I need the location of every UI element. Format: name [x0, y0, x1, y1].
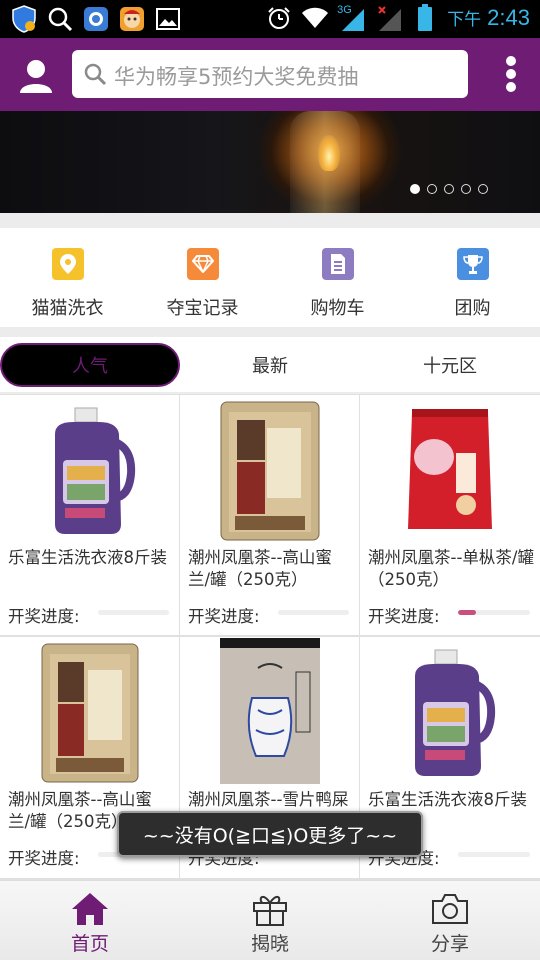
nav-home[interactable]: 首页: [0, 881, 180, 960]
tab-newest[interactable]: 最新: [180, 343, 360, 387]
clock: 下午 2:43: [447, 5, 530, 31]
search-input[interactable]: 华为畅享5预约大奖免费抽: [114, 61, 358, 91]
carousel-indicator: [410, 184, 488, 194]
status-bar: 3G 下午 2:43: [0, 0, 540, 38]
carousel-dot[interactable]: [478, 184, 488, 194]
banner-carousel[interactable]: [0, 111, 540, 213]
product-image: [0, 395, 179, 545]
toast-message: ~~没有O(≧口≦)O更多了~~: [117, 811, 423, 857]
product-image: [360, 395, 540, 545]
product-name: 潮州凤凰茶--单枞茶/罐（250克）: [368, 548, 534, 589]
tab-popular[interactable]: 人气: [0, 343, 180, 387]
signal-3g-icon: 3G: [337, 4, 367, 32]
home-icon: [70, 891, 110, 927]
gallery-icon: [154, 5, 182, 33]
product-card[interactable]: 潮州凤凰茶--高山蜜兰/罐（250克） 开奖进度:: [180, 395, 359, 635]
bottom-nav: 首页 揭晓 分享: [0, 880, 540, 960]
search-icon: [82, 61, 108, 87]
category-tabs: 人气 最新 十元区: [0, 337, 540, 392]
progress-bar: [458, 852, 530, 857]
product-image: [360, 637, 540, 787]
quick-item-records[interactable]: 夺宝记录: [135, 228, 270, 327]
progress-label: 开奖进度:: [8, 849, 80, 868]
game-icon: [118, 5, 146, 33]
search-bar[interactable]: 华为畅享5预约大奖免费抽: [72, 50, 468, 98]
quick-item-label: 猫猫洗衣: [31, 298, 104, 319]
quick-item-label: 夺宝记录: [166, 298, 239, 319]
nav-share[interactable]: 分享: [360, 881, 540, 960]
quick-item-label: 团购: [454, 298, 491, 319]
product-name: 乐富生活洗衣液8斤装: [8, 548, 167, 567]
signal-no-sim-icon: [375, 4, 403, 32]
nav-label: 分享: [430, 933, 469, 955]
carousel-dot[interactable]: [461, 184, 471, 194]
quick-item-laundry[interactable]: 猫猫洗衣: [0, 228, 135, 327]
document-icon: [321, 248, 354, 280]
product-name: 乐富生活洗衣液8斤装: [368, 790, 527, 809]
progress-bar: [98, 610, 169, 615]
camera-icon: [430, 891, 470, 927]
product-card[interactable]: 乐富生活洗衣液8斤装 开奖进度:: [0, 395, 179, 635]
product-image: [180, 395, 359, 545]
carousel-dot[interactable]: [444, 184, 454, 194]
product-name: 潮州凤凰茶--高山蜜兰/罐（250克）: [188, 548, 332, 589]
search-icon: [46, 5, 74, 33]
nav-reveal[interactable]: 揭晓: [180, 881, 360, 960]
progress-label: 开奖进度:: [8, 607, 80, 626]
carousel-dot[interactable]: [427, 184, 437, 194]
wifi-icon: [301, 4, 329, 32]
product-image: [180, 637, 359, 787]
battery-icon: [411, 4, 439, 32]
user-icon[interactable]: [16, 55, 56, 95]
gift-icon: [250, 891, 290, 927]
quick-item-cart[interactable]: 购物车: [270, 228, 405, 327]
more-vertical-icon[interactable]: [504, 56, 518, 92]
tab-ten-yuan[interactable]: 十元区: [360, 343, 540, 387]
progress-fill: [458, 610, 476, 615]
quick-menu: 猫猫洗衣 夺宝记录 购物车 团购: [0, 228, 540, 327]
progress-label: 开奖进度:: [188, 607, 260, 626]
quick-item-label: 购物车: [310, 298, 365, 319]
trophy-icon: [456, 248, 489, 280]
carousel-dot[interactable]: [410, 184, 420, 194]
progress-label: 开奖进度:: [368, 607, 440, 626]
product-card[interactable]: 潮州凤凰茶--单枞茶/罐（250克） 开奖进度:: [360, 395, 540, 635]
banner-light: [318, 135, 340, 171]
location-pin-icon: [51, 248, 84, 280]
shield-icon: [10, 5, 38, 33]
quick-item-group-buy[interactable]: 团购: [405, 228, 540, 327]
app-header: 华为畅享5预约大奖免费抽: [0, 38, 540, 111]
time-label: 2:43: [487, 5, 530, 30]
product-image: [0, 637, 179, 787]
app-icon: [82, 5, 110, 33]
diamond-icon: [186, 248, 219, 280]
alarm-icon: [265, 4, 293, 32]
product-grid: 乐富生活洗衣液8斤装 开奖进度: 潮州凤凰茶--高山蜜兰/罐（250克） 开奖进…: [0, 394, 540, 880]
ampm-label: 下午: [447, 10, 482, 29]
nav-label: 首页: [70, 933, 109, 955]
progress-bar: [278, 610, 349, 615]
nav-label: 揭晓: [250, 933, 289, 955]
progress-bar: [458, 610, 530, 615]
